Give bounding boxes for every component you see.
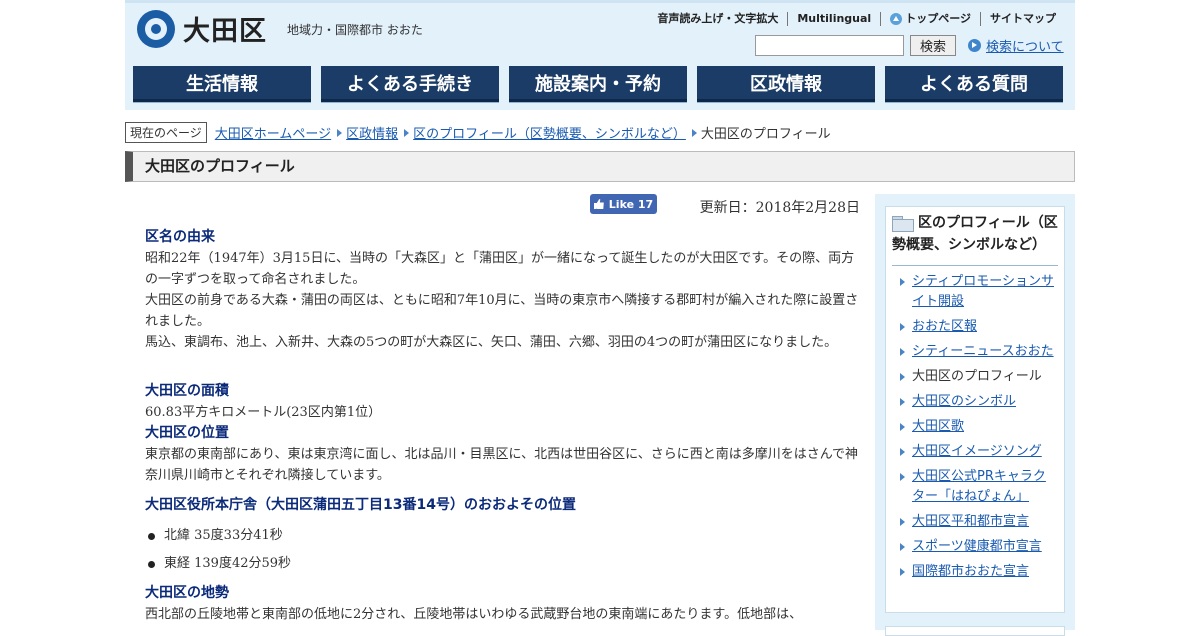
sidebar-item[interactable]: 国際都市おおた宣言 xyxy=(894,562,1056,582)
nav-facilities[interactable]: 施設案内・予約 xyxy=(509,66,687,102)
sidebar: 区のプロフィール（区勢概要、シンボルなど） シティプロモーションサイト開設 おお… xyxy=(875,194,1075,636)
section-topography: 大田区の地勢 西北部の丘陵地帯と東南部の低地に2分され、丘陵地帯はいわゆる武蔵野… xyxy=(145,583,860,625)
sidebar-item-link[interactable]: 大田区平和都市宣言 xyxy=(912,514,1029,529)
nav-procedures[interactable]: よくある手続き xyxy=(321,66,499,102)
search-area: 検索 検索について xyxy=(755,35,1064,56)
sidebar-item-link[interactable]: 大田区歌 xyxy=(912,419,964,434)
utility-links: 音声読み上げ・文字拡大 Multilingual トップページ サイトマップ xyxy=(648,12,1065,26)
sitemap-link[interactable]: サイトマップ xyxy=(980,12,1065,26)
sidebar-item-link[interactable]: 国際都市おおた宣言 xyxy=(912,564,1029,579)
arrow-right-icon xyxy=(968,39,981,52)
section-city-hall-position: 大田区役所本庁舎（大田区蒲田五丁目13番14号）のおおよその位置 北緯 35度3… xyxy=(145,495,860,578)
section-paragraph: 大田区の前身である大森・蒲田の両区は、ともに昭和7年10月に、当時の東京市へ隣接… xyxy=(145,293,859,329)
sidebar-item[interactable]: 大田区公式PRキャラクター「はねぴょん」 xyxy=(894,467,1056,507)
section-area: 大田区の面積 60.83平方キロメートル(23区内第1位） xyxy=(145,381,860,423)
section-heading: 大田区の位置 xyxy=(145,425,229,441)
sidebar-menu: 区のプロフィール（区勢概要、シンボルなど） シティプロモーションサイト開設 おお… xyxy=(885,206,1065,613)
section-paragraph: 60.83平方キロメートル(23区内第1位） xyxy=(145,405,382,420)
global-nav: 生活情報 よくある手続き 施設案内・予約 区政情報 よくある質問 xyxy=(133,66,1063,102)
top-page-label: トップページ xyxy=(905,12,971,25)
sidebar-item-current: 大田区のプロフィール xyxy=(894,367,1056,387)
sidebar-heading-label: 区のプロフィール（区勢概要、シンボルなど） xyxy=(892,215,1058,253)
sidebar-item-link[interactable]: 大田区のシンボル xyxy=(912,394,1016,409)
sidebar-item[interactable]: シティプロモーションサイト開設 xyxy=(894,272,1056,312)
sidebar-item[interactable]: 大田区のシンボル xyxy=(894,392,1056,412)
list-item: 北緯 35度33分41秒 xyxy=(145,522,860,550)
chevron-right-icon xyxy=(691,128,697,137)
section-location: 大田区の位置 東京都の東南部にあり、東は東京湾に面し、北は品川・目黒区に、北西は… xyxy=(145,423,860,486)
logo-subtitle: 地域力・国際都市 おおた xyxy=(287,23,423,37)
sidebar-item-link[interactable]: スポーツ健康都市宣言 xyxy=(912,539,1042,554)
sidebar-heading: 区のプロフィール（区勢概要、シンボルなど） xyxy=(886,207,1064,256)
breadcrumb-here-label: 現在のページ xyxy=(125,122,207,143)
breadcrumb-profile-category[interactable]: 区のプロフィール（区勢概要、シンボルなど） xyxy=(413,123,686,142)
sidebar-item[interactable]: 大田区平和都市宣言 xyxy=(894,512,1056,532)
thumbs-up-icon xyxy=(593,199,604,209)
folder-icon xyxy=(892,214,914,232)
sidebar-item[interactable]: おおた区報 xyxy=(894,317,1056,337)
sidebar-item-link[interactable]: 大田区公式PRキャラクター「はねぴょん」 xyxy=(912,469,1046,504)
top-page-link[interactable]: トップページ xyxy=(880,12,980,26)
section-paragraph: 昭和22年（1947年）3月15日に、当時の「大森区」と「蒲田区」が一緒になって… xyxy=(145,251,855,287)
breadcrumb-administration[interactable]: 区政情報 xyxy=(346,123,398,142)
up-arrow-icon xyxy=(890,13,903,25)
chevron-right-icon xyxy=(337,128,343,137)
sidebar-item[interactable]: 大田区イメージソング xyxy=(894,442,1056,462)
nav-faq[interactable]: よくある質問 xyxy=(885,66,1063,102)
read-aloud-link[interactable]: 音声読み上げ・文字拡大 xyxy=(648,12,787,26)
sidebar-item-link[interactable]: シティーニュースおおた xyxy=(912,344,1054,359)
sidebar-item[interactable]: スポーツ健康都市宣言 xyxy=(894,537,1056,557)
search-about-link[interactable]: 検索について xyxy=(968,36,1064,55)
city-emblem-icon xyxy=(137,9,175,48)
section-heading: 大田区役所本庁舎（大田区蒲田五丁目13番14号）のおおよその位置 xyxy=(145,497,576,513)
breadcrumb: 現在のページ 大田区ホームページ 区政情報 区のプロフィール（区勢概要、シンボル… xyxy=(125,122,831,143)
logo-text: 大田区 xyxy=(183,16,267,47)
nav-administration[interactable]: 区政情報 xyxy=(697,66,875,102)
updated-date: 更新日：2018年2月28日 xyxy=(699,200,860,216)
sidebar-item-label: 大田区のプロフィール xyxy=(912,369,1042,384)
like-count-label: Like 17 xyxy=(608,197,654,211)
section-paragraph: 馬込、東調布、池上、入新井、大森の5つの町が大森区に、矢口、蒲田、六郷、羽田の4… xyxy=(145,335,838,350)
site-logo[interactable]: 大田区 xyxy=(137,9,267,48)
sidebar-next-box xyxy=(885,626,1065,636)
sidebar-item-link[interactable]: 大田区イメージソング xyxy=(912,444,1042,459)
nav-life-info[interactable]: 生活情報 xyxy=(133,66,311,102)
section-name-origin: 区名の由来 昭和22年（1947年）3月15日に、当時の「大森区」と「蒲田区」が… xyxy=(145,227,860,353)
sidebar-item-link[interactable]: シティプロモーションサイト開設 xyxy=(912,274,1054,309)
search-button[interactable]: 検索 xyxy=(910,35,956,56)
sidebar-item[interactable]: 大田区歌 xyxy=(894,417,1056,437)
sidebar-item-link[interactable]: おおた区報 xyxy=(912,319,977,334)
multilingual-link[interactable]: Multilingual xyxy=(787,12,880,26)
list-item: 東経 139度42分59秒 xyxy=(145,550,860,578)
search-input[interactable] xyxy=(755,35,904,56)
section-paragraph: 西北部の丘陵地帯と東南部の低地に2分され、丘陵地帯はいわゆる武蔵野台地の東南端に… xyxy=(145,607,803,622)
section-paragraph: 東京都の東南部にあり、東は東京湾に面し、北は品川・目黒区に、北西は世田谷区に、さ… xyxy=(145,447,859,483)
breadcrumb-current: 大田区のプロフィール xyxy=(700,127,831,142)
page-title: 大田区のプロフィール xyxy=(125,151,1075,182)
search-about-label: 検索について xyxy=(986,40,1064,55)
coordinates-list: 北緯 35度33分41秒 東経 139度42分59秒 xyxy=(145,522,860,578)
section-heading: 大田区の面積 xyxy=(145,383,229,399)
divider xyxy=(892,265,1058,266)
chevron-right-icon xyxy=(404,128,410,137)
section-heading: 区名の由来 xyxy=(145,229,215,245)
facebook-like-button[interactable]: Like 17 xyxy=(590,194,657,214)
sidebar-item[interactable]: シティーニュースおおた xyxy=(894,342,1056,362)
section-heading: 大田区の地勢 xyxy=(145,585,229,601)
site-header: 大田区 地域力・国際都市 おおた 音声読み上げ・文字拡大 Multilingua… xyxy=(125,0,1075,110)
breadcrumb-home[interactable]: 大田区ホームページ xyxy=(215,123,331,142)
sidebar-list: シティプロモーションサイト開設 おおた区報 シティーニュースおおた 大田区のプロ… xyxy=(886,272,1064,582)
